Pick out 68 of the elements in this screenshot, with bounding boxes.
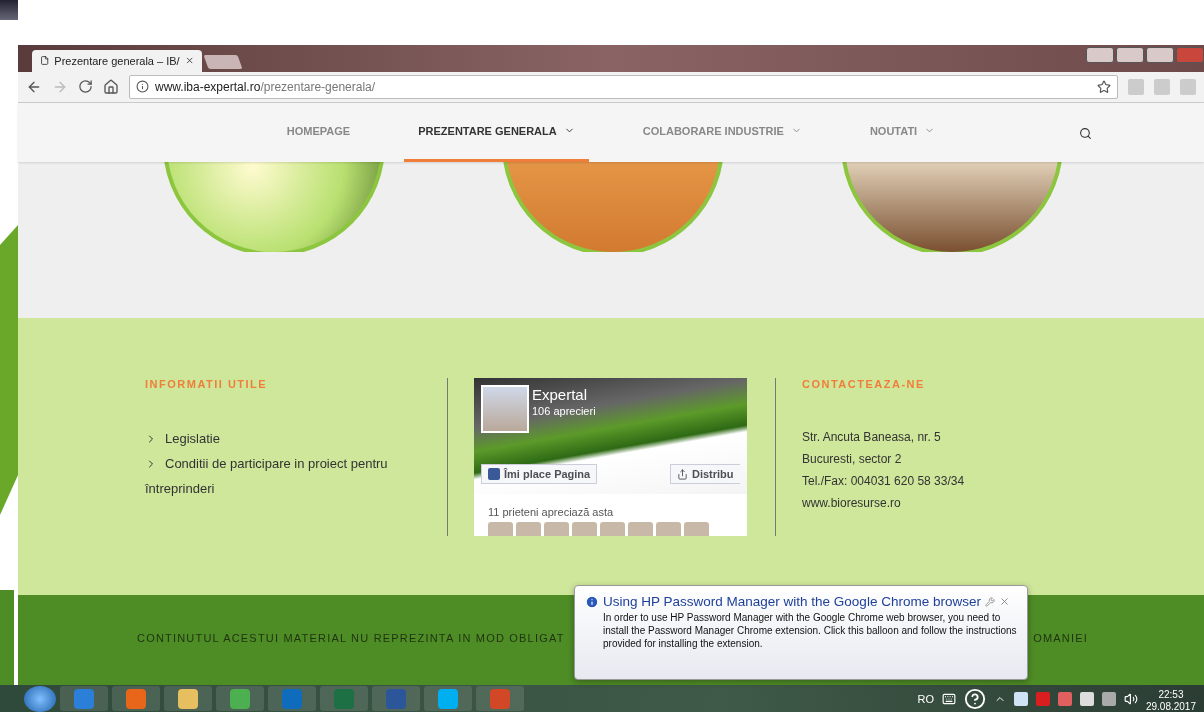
avatar-placeholder bbox=[544, 522, 569, 537]
avatar-placeholder bbox=[572, 522, 597, 537]
footer-link[interactable]: Conditii de participare in proiect pentru întreprinderi bbox=[145, 451, 415, 502]
minimize-button[interactable] bbox=[1116, 47, 1144, 63]
keyboard-icon bbox=[941, 691, 956, 706]
wrench-icon[interactable] bbox=[984, 596, 995, 607]
new-tab-button[interactable] bbox=[203, 54, 243, 69]
taskbar-app-button[interactable] bbox=[164, 686, 212, 711]
url-text: www.iba-expertal.ro/prezentare-generala/ bbox=[155, 79, 376, 94]
app-icon bbox=[438, 688, 458, 709]
app-icon bbox=[126, 688, 146, 709]
volume-icon[interactable] bbox=[1123, 691, 1138, 706]
avatar-placeholder bbox=[488, 522, 513, 537]
language-indicator[interactable]: RO bbox=[917, 692, 934, 705]
contact-line: Str. Ancuta Baneasa, nr. 5 bbox=[802, 429, 942, 447]
app-icon bbox=[230, 688, 250, 709]
avatar-placeholder bbox=[516, 522, 541, 537]
address-bar[interactable]: www.iba-expertal.ro/prezentare-generala/ bbox=[129, 74, 1118, 99]
avatar-placeholder bbox=[628, 522, 653, 537]
disclaimer-text: CONTINUTUL ACESTUI MATERIAL NU REPREZINTA IN MOD OBLIGAT bbox=[137, 631, 565, 644]
taskbar-app-button[interactable] bbox=[424, 686, 472, 711]
app-icon bbox=[74, 688, 94, 709]
taskbar-app-button[interactable] bbox=[112, 686, 160, 711]
desktop-icon bbox=[0, 0, 18, 20]
share-button[interactable]: Distribu bbox=[670, 464, 740, 485]
likes-count: 106 aprecieri bbox=[532, 405, 596, 418]
section-title: INFORMATII UTILE bbox=[145, 378, 269, 391]
section-title: CONTACTEAZA-NE bbox=[802, 378, 926, 391]
friends-text: 11 prieteni apreciază asta bbox=[487, 505, 615, 521]
user-button[interactable] bbox=[1086, 47, 1114, 63]
avatar-placeholder bbox=[600, 522, 625, 537]
browser-tab[interactable]: Prezentare generala – IB/ bbox=[32, 49, 202, 72]
balloon-title: Using HP Password Manager with the Google Chrome browser bbox=[603, 594, 981, 609]
avatar-placeholder bbox=[684, 522, 709, 537]
balloon-message: In order to use HP Password Manager with the Google Chrome web browser, you need to install the Password Manager Chrome extension. Click this balloon and follow the instructions provided for installing the extension. bbox=[602, 611, 1018, 650]
profile-photo-placeholder bbox=[481, 385, 529, 434]
app-icon bbox=[386, 688, 406, 709]
help-icon[interactable] bbox=[963, 687, 986, 710]
bookmark-star-icon[interactable] bbox=[1097, 79, 1111, 94]
facebook-icon bbox=[488, 468, 500, 481]
footer-link[interactable]: Legislatie bbox=[145, 426, 415, 452]
clock[interactable]: 22:53 29.08.2017 bbox=[1145, 685, 1196, 712]
contact-line: www.bioresurse.ro bbox=[802, 495, 902, 513]
reload-icon[interactable] bbox=[78, 79, 93, 95]
close-icon[interactable] bbox=[998, 596, 1010, 607]
app-icon bbox=[178, 688, 198, 709]
disclaimer-text: OMANIEI bbox=[1033, 631, 1088, 644]
page-name: Expertal bbox=[532, 386, 588, 404]
info-icon bbox=[585, 594, 599, 609]
page-icon bbox=[40, 55, 50, 67]
app-icon bbox=[282, 688, 302, 709]
share-icon bbox=[677, 468, 688, 480]
tray-icon[interactable] bbox=[1079, 691, 1094, 706]
maximize-button[interactable] bbox=[1146, 47, 1174, 63]
contact-line: Tel./Fax: 004031 620 58 33/34 bbox=[802, 473, 966, 491]
home-icon[interactable] bbox=[103, 78, 119, 95]
notification-balloon[interactable] bbox=[574, 585, 1028, 680]
search-icon[interactable] bbox=[1079, 126, 1092, 140]
tray-icon[interactable] bbox=[1013, 691, 1028, 706]
avatar-placeholder bbox=[656, 522, 681, 537]
app-icon bbox=[334, 688, 354, 709]
taskbar-app-button[interactable] bbox=[216, 686, 264, 711]
start-button[interactable] bbox=[24, 685, 56, 712]
signal-icon[interactable] bbox=[1101, 691, 1116, 706]
contact-line: Bucuresti, sector 2 bbox=[802, 451, 903, 469]
like-page-button[interactable]: Îmi place Pagina bbox=[481, 464, 598, 485]
info-icon bbox=[136, 80, 149, 94]
app-icon bbox=[490, 688, 510, 709]
